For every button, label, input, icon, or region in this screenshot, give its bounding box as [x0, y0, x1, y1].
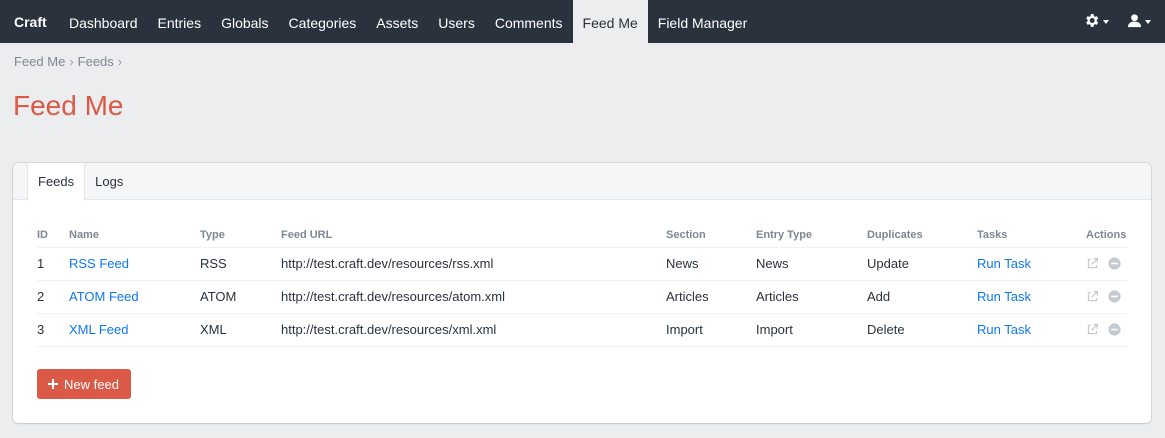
feed-name-link[interactable]: XML Feed	[69, 313, 200, 347]
feed-entry-type: Articles	[756, 280, 867, 314]
plus-icon	[48, 379, 58, 389]
table-header-row: ID Name Type Feed URL Section Entry Type…	[37, 223, 1127, 248]
breadcrumb-feeds[interactable]: Feeds	[78, 54, 114, 69]
remove-icon[interactable]	[1108, 290, 1121, 303]
top-right-controls	[1083, 12, 1151, 29]
remove-icon[interactable]	[1108, 323, 1121, 336]
feed-id: 2	[37, 280, 69, 314]
feed-section: News	[666, 247, 756, 281]
feed-actions	[1086, 247, 1127, 281]
feed-id: 1	[37, 247, 69, 281]
top-navigation-bar: Craft Dashboard Entries Globals Categori…	[0, 0, 1165, 43]
table-row: 2 ATOM Feed ATOM http://test.craft.dev/r…	[37, 280, 1127, 314]
new-feed-button-label: New feed	[64, 376, 119, 392]
nav-item-entries[interactable]: Entries	[148, 0, 212, 43]
feed-entry-type: Import	[756, 313, 867, 347]
page-title: Feed Me	[13, 90, 124, 121]
run-task-link[interactable]: Run Task	[977, 247, 1086, 281]
column-header-duplicates: Duplicates	[867, 223, 977, 248]
main-nav: Dashboard Entries Globals Categories Ass…	[59, 0, 757, 43]
user-menu-button[interactable]	[1127, 13, 1151, 28]
feed-duplicates: Delete	[867, 313, 977, 347]
run-task-link[interactable]: Run Task	[977, 313, 1086, 347]
breadcrumb-separator: ›	[69, 54, 74, 69]
column-header-section: Section	[666, 223, 756, 248]
breadcrumb: Feed Me › Feeds ›	[14, 54, 122, 69]
feed-name-link[interactable]: RSS Feed	[69, 247, 200, 281]
tab-bar: Feeds Logs	[13, 163, 1151, 201]
feed-type: RSS	[200, 247, 281, 281]
user-icon	[1127, 14, 1142, 28]
nav-item-field-manager[interactable]: Field Manager	[648, 0, 758, 43]
column-header-type: Type	[200, 223, 281, 248]
column-header-id: ID	[37, 223, 69, 248]
external-link-icon[interactable]	[1086, 323, 1099, 336]
nav-item-users[interactable]: Users	[428, 0, 485, 43]
external-link-icon[interactable]	[1086, 290, 1099, 303]
nav-item-dashboard[interactable]: Dashboard	[59, 0, 148, 43]
remove-icon[interactable]	[1108, 257, 1121, 270]
settings-menu-button[interactable]	[1083, 12, 1109, 29]
feeds-table: ID Name Type Feed URL Section Entry Type…	[37, 223, 1127, 347]
feed-id: 3	[37, 313, 69, 347]
feed-entry-type: News	[756, 247, 867, 281]
tab-logs[interactable]: Logs	[85, 163, 133, 200]
feed-type: ATOM	[200, 280, 281, 314]
column-header-entry-type: Entry Type	[756, 223, 867, 248]
table-row: 1 RSS Feed RSS http://test.craft.dev/res…	[37, 247, 1127, 281]
feed-duplicates: Add	[867, 280, 977, 314]
column-header-actions: Actions	[1086, 223, 1127, 248]
gear-icon	[1086, 14, 1099, 27]
feed-type: XML	[200, 313, 281, 347]
feed-duplicates: Update	[867, 247, 977, 281]
feed-url: http://test.craft.dev/resources/rss.xml	[281, 247, 666, 281]
feed-name-link[interactable]: ATOM Feed	[69, 280, 200, 314]
breadcrumb-separator: ›	[117, 54, 123, 69]
feed-actions	[1086, 313, 1127, 347]
breadcrumb-feed-me[interactable]: Feed Me	[14, 54, 65, 69]
nav-item-assets[interactable]: Assets	[366, 0, 428, 43]
feed-url: http://test.craft.dev/resources/atom.xml	[281, 280, 666, 314]
tab-feeds[interactable]: Feeds	[27, 163, 86, 201]
nav-item-comments[interactable]: Comments	[485, 0, 573, 43]
external-link-icon[interactable]	[1086, 257, 1099, 270]
new-feed-button[interactable]: New feed	[37, 369, 131, 399]
chevron-down-icon	[1145, 19, 1151, 24]
chevron-down-icon	[1103, 19, 1109, 24]
nav-item-feed-me[interactable]: Feed Me	[572, 0, 648, 43]
feed-section: Articles	[666, 280, 756, 314]
nav-item-categories[interactable]: Categories	[279, 0, 367, 43]
brand-logo[interactable]: Craft	[14, 14, 47, 30]
run-task-link[interactable]: Run Task	[977, 280, 1086, 314]
column-header-name: Name	[69, 223, 200, 248]
column-header-tasks: Tasks	[977, 223, 1086, 248]
nav-item-globals[interactable]: Globals	[211, 0, 278, 43]
feeds-panel: Feeds Logs ID Name Type Feed URL Section…	[13, 163, 1151, 423]
table-row: 3 XML Feed XML http://test.craft.dev/res…	[37, 313, 1127, 347]
feed-section: Import	[666, 313, 756, 347]
feed-url: http://test.craft.dev/resources/xml.xml	[281, 313, 666, 347]
feed-actions	[1086, 280, 1127, 314]
column-header-feed-url: Feed URL	[281, 223, 666, 248]
